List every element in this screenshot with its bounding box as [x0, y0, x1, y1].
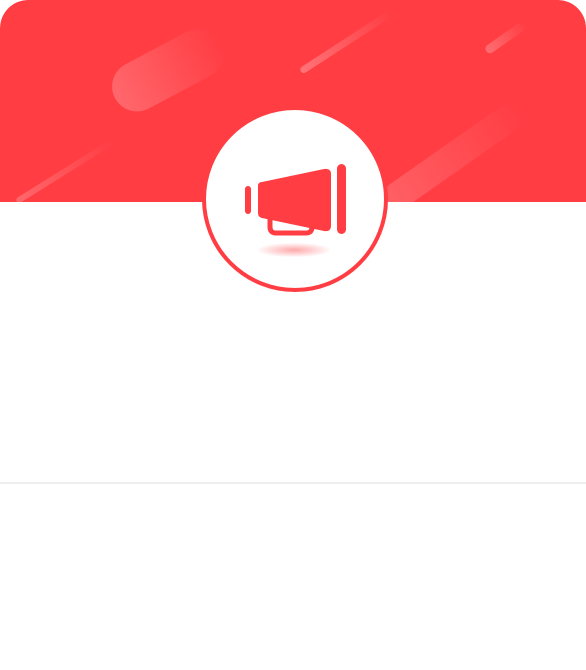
dialog-content — [0, 300, 586, 480]
icon-shadow — [258, 243, 330, 257]
decorative-streak — [103, 19, 233, 121]
decorative-streak — [298, 8, 396, 75]
announcement-dialog — [0, 0, 586, 670]
announcement-badge — [202, 106, 388, 292]
decorative-streak — [483, 20, 529, 55]
decorative-streak — [15, 137, 116, 202]
megaphone-icon — [245, 164, 346, 236]
dialog-footer — [0, 484, 586, 670]
decorative-streak — [378, 97, 531, 202]
